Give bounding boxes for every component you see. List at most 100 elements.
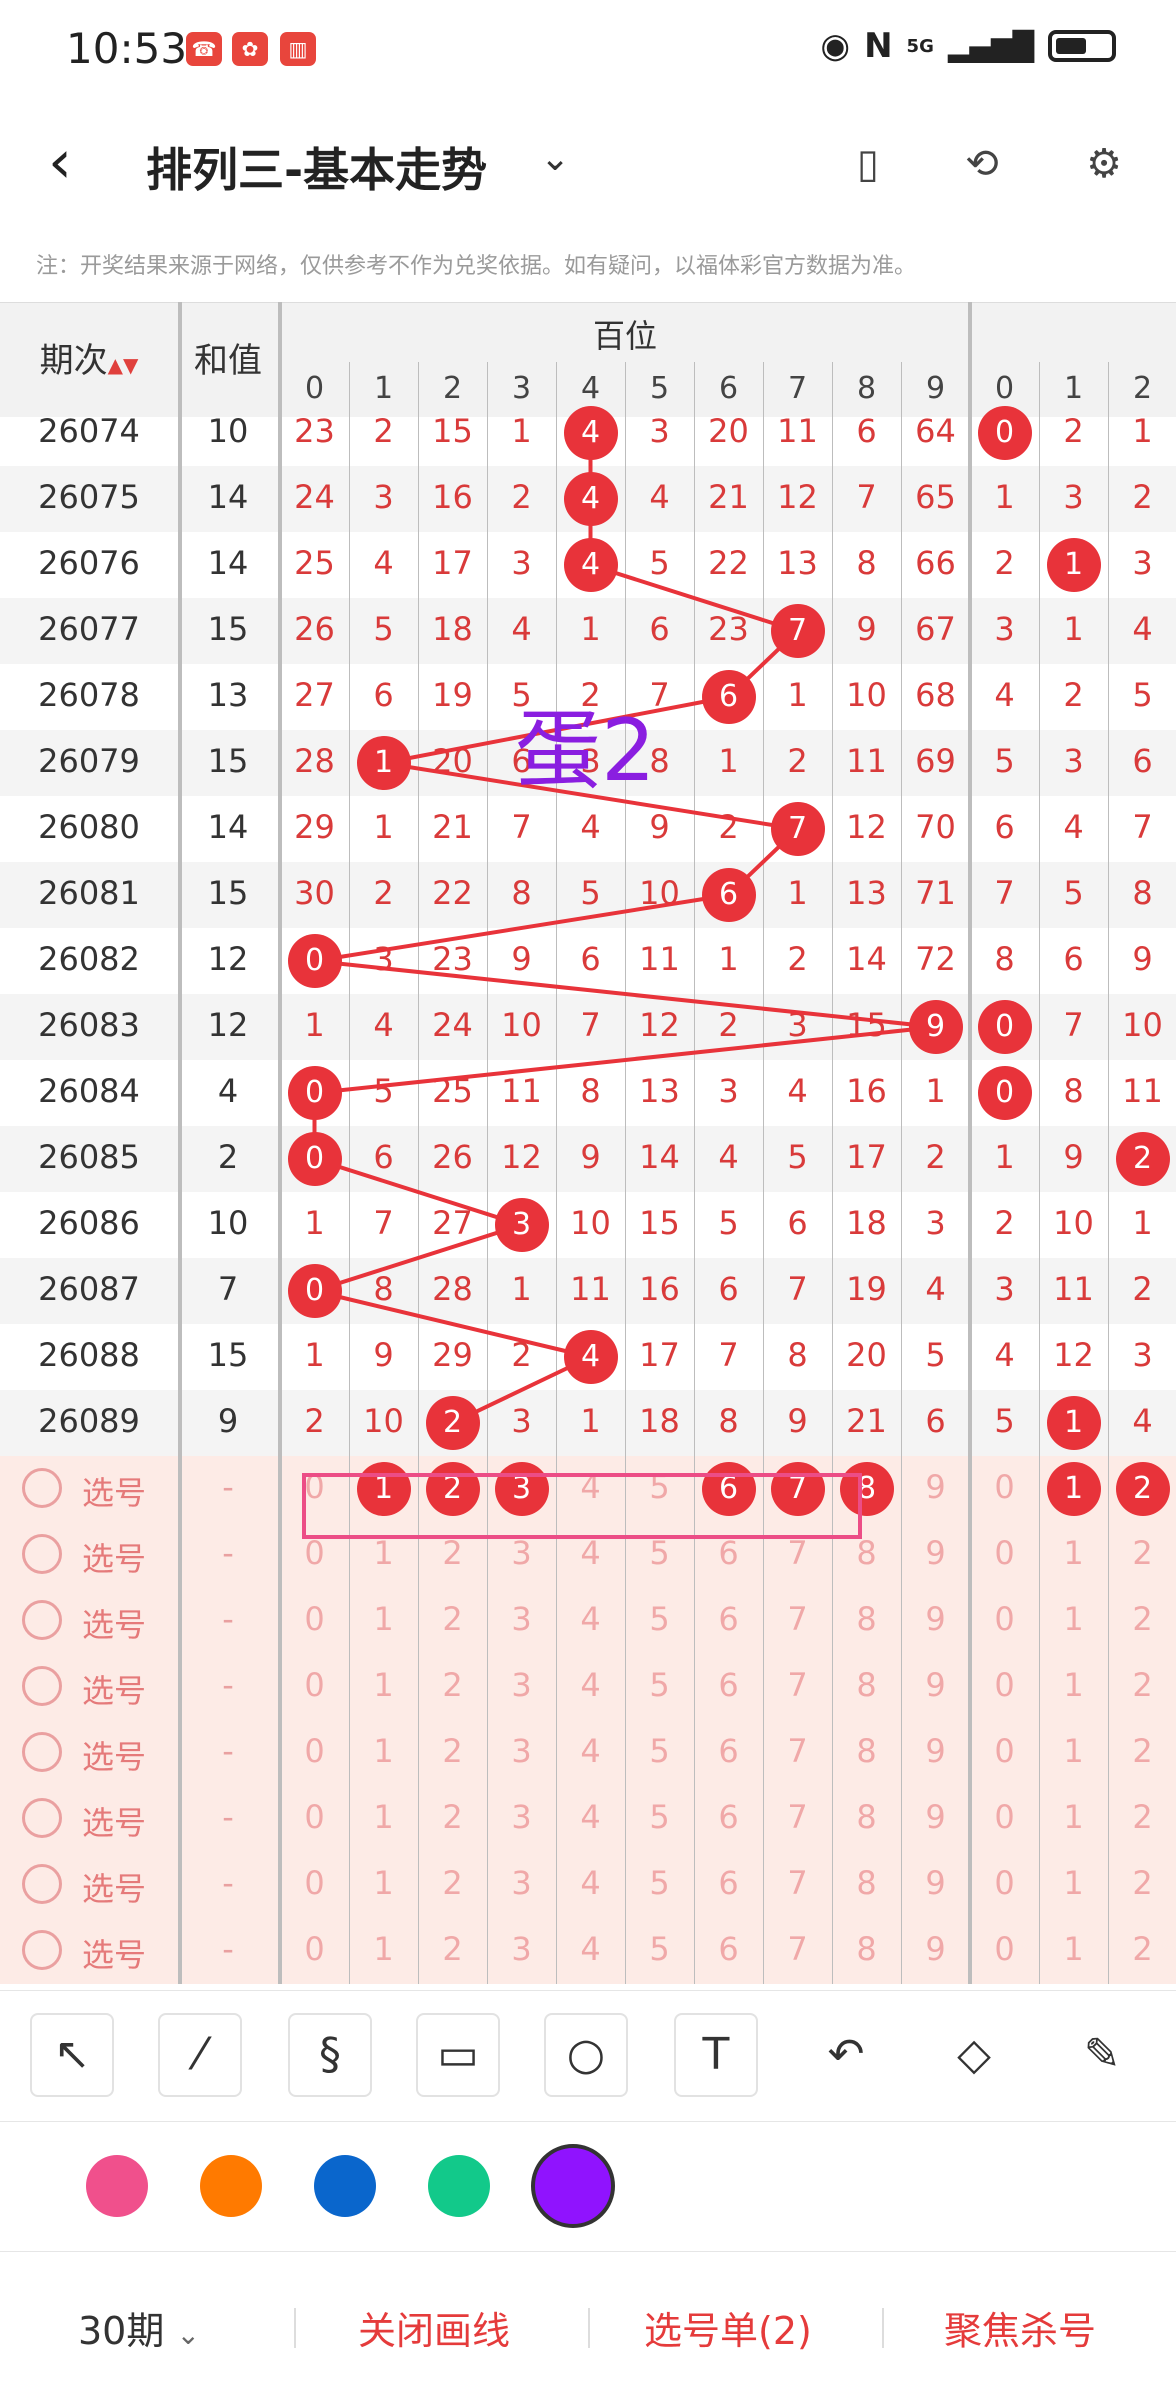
sort-arrow-icon[interactable]: ▲▼ xyxy=(108,353,139,377)
pick-digit[interactable]: 5 xyxy=(625,1666,694,1704)
pick-digit[interactable]: 0 xyxy=(280,1732,349,1770)
pick-digit[interactable]: 1 xyxy=(349,1534,418,1572)
pick-radio[interactable] xyxy=(22,1600,62,1640)
pick-digit[interactable]: 7 xyxy=(763,1930,832,1968)
pick-digit[interactable]: 7 xyxy=(763,1600,832,1638)
pick-digit[interactable]: 4 xyxy=(556,1864,625,1902)
pick-radio[interactable] xyxy=(22,1468,62,1508)
pick-digit[interactable]: 2 xyxy=(418,1930,487,1968)
pick-digit[interactable]: 1 xyxy=(349,1666,418,1704)
pick-digit[interactable]: 8 xyxy=(832,1534,901,1572)
pick-digit[interactable]: 0 xyxy=(970,1930,1039,1968)
undo-icon[interactable]: ↶ xyxy=(804,2013,888,2097)
eraser-icon[interactable]: ◇ xyxy=(932,2013,1016,2097)
pick-digit[interactable]: 6 xyxy=(694,1798,763,1836)
color-swatch[interactable] xyxy=(531,2144,615,2228)
pick-digit[interactable]: 0 xyxy=(280,1864,349,1902)
pick-digit[interactable]: 5 xyxy=(625,1864,694,1902)
color-swatch[interactable] xyxy=(314,2155,376,2217)
circle-tool-icon[interactable]: ○ xyxy=(544,2013,628,2097)
pick-digit[interactable]: 4 xyxy=(556,1732,625,1770)
pick-digit[interactable]: 0 xyxy=(970,1534,1039,1572)
pick-digit[interactable]: 1 xyxy=(349,1732,418,1770)
back-button[interactable]: ‹ xyxy=(48,132,72,192)
pick-digit[interactable]: 6 xyxy=(694,1864,763,1902)
pick-digit[interactable]: 5 xyxy=(625,1798,694,1836)
pick-radio[interactable] xyxy=(22,1534,62,1574)
pick-digit[interactable]: 2 xyxy=(1108,1930,1176,1968)
pick-digit[interactable]: 9 xyxy=(901,1864,970,1902)
pick-digit[interactable]: 7 xyxy=(763,1732,832,1770)
pick-digit[interactable]: 3 xyxy=(487,1666,556,1704)
pick-digit[interactable]: 1 xyxy=(349,1930,418,1968)
pick-radio[interactable] xyxy=(22,1666,62,1706)
pick-digit[interactable]: 8 xyxy=(832,1666,901,1704)
pick-digit[interactable]: 5 xyxy=(625,1534,694,1572)
pick-digit[interactable]: 1 xyxy=(1039,1534,1108,1572)
pick-digit[interactable]: 6 xyxy=(694,1666,763,1704)
pick-digit[interactable]: 5 xyxy=(625,1732,694,1770)
pick-digit[interactable]: 6 xyxy=(694,1534,763,1572)
pick-digit[interactable]: 8 xyxy=(832,1732,901,1770)
pick-digit[interactable]: 7 xyxy=(763,1534,832,1572)
pick-digit[interactable]: 4 xyxy=(556,1666,625,1704)
pick-digit[interactable]: 2 xyxy=(418,1798,487,1836)
pick-digit[interactable]: 5 xyxy=(625,1930,694,1968)
color-swatch[interactable] xyxy=(86,2155,148,2217)
pick-digit[interactable]: 3 xyxy=(487,1732,556,1770)
pick-digit[interactable]: 9 xyxy=(901,1468,970,1506)
pick-digit[interactable]: 9 xyxy=(901,1732,970,1770)
text-tool-icon[interactable]: T xyxy=(674,2013,758,2097)
pick-digit[interactable]: 0 xyxy=(970,1468,1039,1506)
pick-digit[interactable]: 1 xyxy=(1039,1732,1108,1770)
pick-digit[interactable]: 2 xyxy=(418,1864,487,1902)
pick-digit[interactable]: 9 xyxy=(901,1930,970,1968)
pick-digit[interactable]: 0 xyxy=(280,1666,349,1704)
pick-digit[interactable]: 6 xyxy=(694,1732,763,1770)
pick-digit[interactable]: 3 xyxy=(487,1930,556,1968)
pick-digit[interactable]: 1 xyxy=(349,1798,418,1836)
pick-digit[interactable]: 2 xyxy=(1108,1600,1176,1638)
pick-digit[interactable]: 0 xyxy=(280,1930,349,1968)
device-rotate-icon[interactable]: ▯ xyxy=(838,134,898,194)
pick-digit[interactable]: 0 xyxy=(280,1600,349,1638)
pick-digit[interactable]: 0 xyxy=(970,1732,1039,1770)
pick-digit[interactable]: 9 xyxy=(901,1534,970,1572)
pick-digit[interactable]: 1 xyxy=(349,1864,418,1902)
line-tool-icon[interactable]: ⁄ xyxy=(158,2013,242,2097)
pick-digit[interactable]: 4 xyxy=(556,1600,625,1638)
pick-digit[interactable]: 2 xyxy=(1108,1732,1176,1770)
pick-digit[interactable]: 1 xyxy=(1039,1600,1108,1638)
color-swatch[interactable] xyxy=(428,2155,490,2217)
pick-digit[interactable]: 0 xyxy=(970,1864,1039,1902)
pick-radio[interactable] xyxy=(22,1798,62,1838)
pick-digit[interactable]: 0 xyxy=(970,1600,1039,1638)
pick-digit[interactable]: 6 xyxy=(694,1600,763,1638)
title-dropdown-chevron-icon[interactable]: ⌄ xyxy=(540,138,570,179)
pick-digit[interactable]: 2 xyxy=(1108,1864,1176,1902)
pick-digit[interactable]: 2 xyxy=(1108,1534,1176,1572)
arrow-tool-icon[interactable]: ↖ xyxy=(30,2013,114,2097)
pick-digit[interactable]: 8 xyxy=(832,1600,901,1638)
pick-digit[interactable]: 2 xyxy=(418,1534,487,1572)
pick-digit[interactable]: 1 xyxy=(1039,1798,1108,1836)
pick-digit[interactable]: 7 xyxy=(763,1798,832,1836)
pick-digit[interactable]: 9 xyxy=(901,1798,970,1836)
pick-radio[interactable] xyxy=(22,1864,62,1904)
clear-brush-icon[interactable]: ✎ xyxy=(1060,2013,1144,2097)
pick-digit[interactable]: 0 xyxy=(970,1666,1039,1704)
share-icon[interactable]: ⟲ xyxy=(952,134,1012,194)
pick-digit[interactable]: 3 xyxy=(487,1600,556,1638)
focus-kill-button[interactable]: 聚焦杀号 xyxy=(944,2300,1096,2355)
pick-digit[interactable]: 9 xyxy=(901,1666,970,1704)
pick-digit[interactable]: 2 xyxy=(418,1666,487,1704)
pick-digit[interactable]: 0 xyxy=(970,1798,1039,1836)
pick-digit[interactable]: 9 xyxy=(901,1600,970,1638)
pick-digit[interactable]: 0 xyxy=(280,1534,349,1572)
pick-digit[interactable]: 2 xyxy=(1108,1666,1176,1704)
pick-digit[interactable]: 3 xyxy=(487,1864,556,1902)
rectangle-tool-icon[interactable]: ▭ xyxy=(416,2013,500,2097)
pick-digit[interactable]: 1 xyxy=(349,1600,418,1638)
pick-digit[interactable]: 8 xyxy=(832,1930,901,1968)
pick-digit[interactable]: 3 xyxy=(487,1534,556,1572)
